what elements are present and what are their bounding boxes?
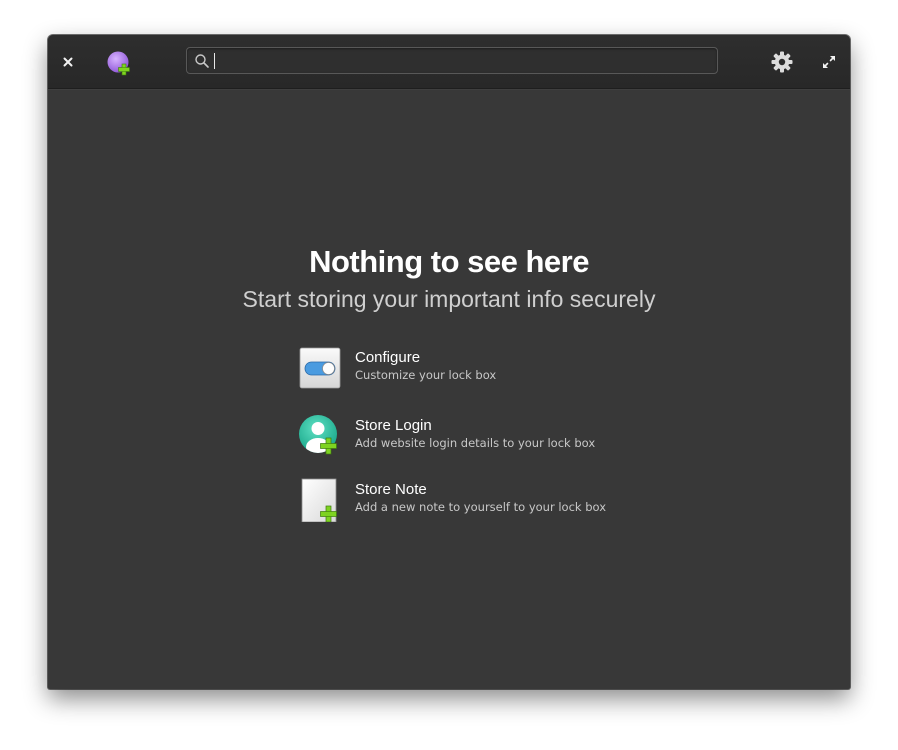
- store-note-action[interactable]: Store Note Add a new note to yourself to…: [298, 478, 638, 526]
- store-login-description: Add website login details to your lock b…: [355, 436, 596, 450]
- configure-action[interactable]: Configure Customize your lock box: [298, 346, 638, 394]
- toggle-switch-icon: [299, 347, 341, 389]
- configure-label: Configure: [355, 349, 421, 366]
- add-note-icon: [301, 478, 337, 522]
- welcome-view: Nothing to see here Start storing your i…: [48, 35, 850, 689]
- app-window: Nothing to see here Start storing your i…: [48, 35, 850, 689]
- welcome-title: Nothing to see here: [309, 244, 589, 279]
- store-note-description: Add a new note to yourself to your lock …: [355, 500, 607, 514]
- store-login-action[interactable]: Store Login Add website login details to…: [298, 414, 638, 462]
- add-user-icon: [299, 415, 337, 455]
- welcome-subtitle: Start storing your important info secure…: [242, 286, 656, 312]
- store-login-label: Store Login: [355, 417, 432, 434]
- store-note-label: Store Note: [355, 481, 427, 498]
- configure-description: Customize your lock box: [355, 368, 497, 382]
